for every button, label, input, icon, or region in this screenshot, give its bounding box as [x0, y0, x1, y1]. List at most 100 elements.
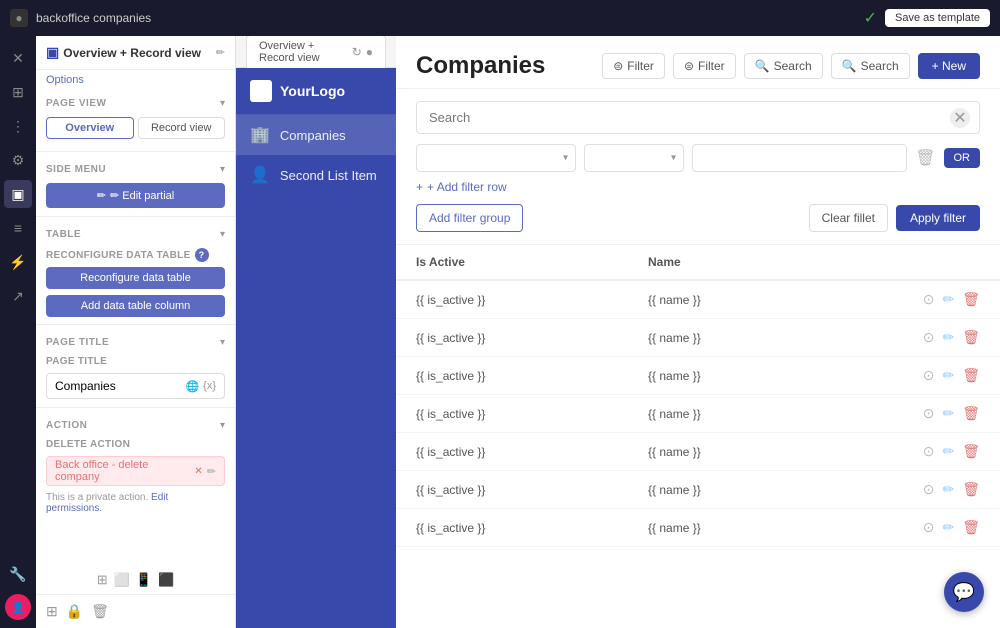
row-edit-icon-5[interactable]: ✏	[942, 481, 954, 498]
row-edit-icon-3[interactable]: ✏	[942, 405, 954, 422]
nav-item-second-label: Second List Item	[280, 168, 377, 183]
content-header: Companies ⊜ Filter ⊜ Filter 🔍 Search 🔍 S…	[396, 36, 1000, 89]
row-edit-icon-6[interactable]: ✏	[942, 519, 954, 536]
apply-filter-button[interactable]: Apply filter	[896, 205, 980, 231]
filter-delete-icon[interactable]: 🗑	[915, 148, 935, 168]
row-delete-icon-6[interactable]: 🗑	[962, 519, 980, 536]
edit-action-icon[interactable]: ✏	[207, 465, 216, 478]
row-view-icon-5[interactable]: ⊙	[923, 481, 935, 498]
filter-value-input[interactable]	[692, 144, 907, 172]
page-title-input[interactable]: Companies 🌐 {x}	[46, 373, 225, 399]
data-table: Is Active Name {{ is_active }} {{ name }…	[396, 245, 1000, 628]
search-row: ✕	[416, 101, 980, 134]
page-title-section-label: PAGE TITLE	[46, 337, 109, 348]
table-section: TABLE ▾	[36, 221, 235, 244]
tab-overview[interactable]: Overview	[46, 117, 134, 139]
filter-button-2[interactable]: ⊜ Filter	[673, 53, 736, 79]
divider-2	[36, 216, 235, 217]
row-edit-icon-0[interactable]: ✏	[942, 291, 954, 308]
reconfigure-data-table-button[interactable]: Reconfigure data table	[46, 267, 225, 289]
row-view-icon-4[interactable]: ⊙	[923, 443, 935, 460]
tab-dot-icon[interactable]: ●	[366, 45, 373, 59]
lock-icon[interactable]: 🔒	[66, 603, 83, 620]
icon-bar-lightning[interactable]: ⚡	[4, 248, 32, 276]
icon-bar-settings[interactable]: ⚙	[4, 146, 32, 174]
tab-refresh-icon[interactable]: ↻	[352, 45, 362, 59]
filter-button-1[interactable]: ⊜ Filter	[602, 53, 665, 79]
row-delete-icon-5[interactable]: 🗑	[962, 481, 980, 498]
clear-filter-button[interactable]: Clear fillet	[809, 204, 888, 232]
filter-field-select-wrapper	[416, 144, 576, 172]
save-as-template-button[interactable]: Save as template	[885, 9, 990, 27]
icon-bar-share[interactable]: ↗	[4, 282, 32, 310]
page-title-section: PAGE TITLE ▾	[36, 329, 235, 352]
mobile-icon[interactable]: 📱	[136, 572, 152, 588]
row-delete-icon-0[interactable]: 🗑	[962, 291, 980, 308]
variable-icon[interactable]: {x}	[203, 380, 216, 393]
tab-record-view[interactable]: Record view	[138, 117, 226, 139]
table-arrow[interactable]: ▾	[220, 229, 225, 240]
filter-area: ✕ 🗑 OR + + Add filter ro	[396, 89, 1000, 245]
edit-partial-button[interactable]: ✏ ✏ Edit partial	[46, 183, 225, 208]
row-view-icon-3[interactable]: ⊙	[923, 405, 935, 422]
side-menu-label: SIDE MENU	[46, 164, 106, 175]
side-menu-arrow[interactable]: ▾	[220, 164, 225, 175]
filter-operator-select[interactable]	[584, 144, 684, 172]
icon-bar-tree[interactable]: ⋮	[4, 112, 32, 140]
row-edit-icon-1[interactable]: ✏	[942, 329, 954, 346]
row-view-icon-2[interactable]: ⊙	[923, 367, 935, 384]
desktop-icon[interactable]: ⊞	[97, 572, 108, 588]
search-input[interactable]	[416, 101, 980, 134]
row-delete-icon-1[interactable]: 🗑	[962, 329, 980, 346]
nav-item-companies[interactable]: 🏢 Companies	[236, 115, 396, 155]
chat-bubble[interactable]: 💬	[944, 572, 984, 612]
action-tag-remove[interactable]: ✕	[194, 466, 202, 477]
add-filter-group-button[interactable]: Add filter group	[416, 204, 523, 232]
row-delete-icon-4[interactable]: 🗑	[962, 443, 980, 460]
table-row: {{ is_active }} {{ name }} ⊙ ✏ 🗑	[396, 471, 1000, 509]
add-filter-row[interactable]: + + Add filter row	[416, 178, 980, 196]
page-view-arrow[interactable]: ▾	[220, 98, 225, 109]
cell-name-1: {{ name }}	[648, 331, 880, 345]
new-button[interactable]: + New	[918, 53, 980, 79]
cell-name-3: {{ name }}	[648, 407, 880, 421]
page-title-arrow[interactable]: ▾	[220, 337, 225, 348]
action-arrow[interactable]: ▾	[220, 420, 225, 431]
icon-bar-page[interactable]: ▣	[4, 180, 32, 208]
row-view-icon-6[interactable]: ⊙	[923, 519, 935, 536]
icon-bar-wrench[interactable]: 🔧	[4, 560, 32, 588]
icon-bar-list[interactable]: ≡	[4, 214, 32, 242]
row-view-icon-0[interactable]: ⊙	[923, 291, 935, 308]
grid-icon[interactable]: ⊞	[46, 603, 58, 620]
row-edit-icon-4[interactable]: ✏	[942, 443, 954, 460]
filter-icon-2: ⊜	[684, 59, 694, 73]
nav-logo: YourLogo	[236, 68, 396, 115]
row-actions-5: ⊙ ✏ 🗑	[880, 481, 980, 498]
nav-item-second[interactable]: 👤 Second List Item	[236, 155, 396, 195]
tab-overview-record[interactable]: Overview + Record view ↻ ●	[246, 36, 386, 68]
trash-icon[interactable]: 🗑	[91, 603, 109, 620]
icon-bar-copy[interactable]: ⊞	[4, 78, 32, 106]
search-button-1[interactable]: 🔍 Search	[744, 53, 823, 79]
translate-icon[interactable]: 🌐	[185, 380, 199, 393]
or-toggle-button[interactable]: OR	[944, 148, 981, 168]
cell-is-active-0: {{ is_active }}	[416, 293, 648, 307]
row-delete-icon-2[interactable]: 🗑	[962, 367, 980, 384]
icon-bar-close[interactable]: ✕	[4, 44, 32, 72]
tablet-icon[interactable]: ⬜	[114, 572, 130, 588]
search-button-2[interactable]: 🔍 Search	[831, 53, 910, 79]
action-tag[interactable]: Back office - delete company ✕ ✏	[46, 456, 225, 486]
search-clear-button[interactable]: ✕	[950, 108, 970, 128]
row-view-icon-1[interactable]: ⊙	[923, 329, 935, 346]
row-edit-icon-2[interactable]: ✏	[942, 367, 954, 384]
row-delete-icon-3[interactable]: 🗑	[962, 405, 980, 422]
add-data-table-column-button[interactable]: Add data table column	[46, 295, 225, 317]
companies-icon: 🏢	[250, 125, 270, 145]
widescreen-icon[interactable]: ⬛	[158, 572, 174, 588]
options-link[interactable]: Options	[36, 70, 235, 90]
table-row: {{ is_active }} {{ name }} ⊙ ✏ 🗑	[396, 509, 1000, 547]
filter-field-select[interactable]	[416, 144, 576, 172]
edit-view-icon[interactable]: ✏	[216, 46, 225, 59]
user-avatar[interactable]: 👤	[5, 594, 31, 620]
table-row: {{ is_active }} {{ name }} ⊙ ✏ 🗑	[396, 319, 1000, 357]
